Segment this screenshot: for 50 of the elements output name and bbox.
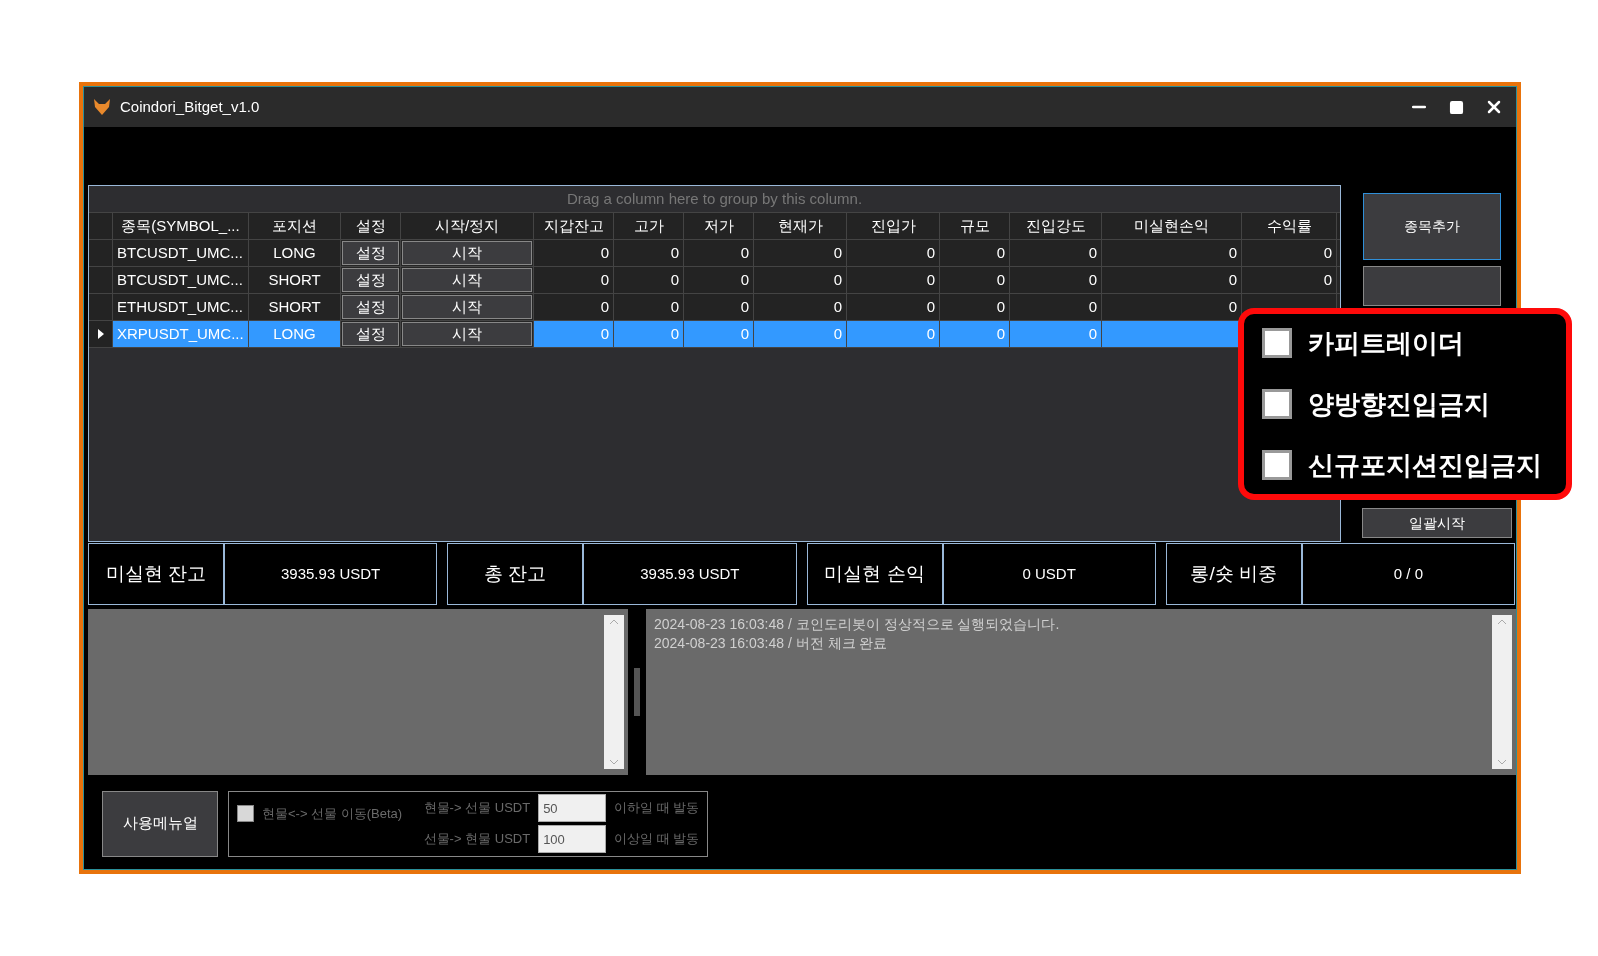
- table-cell-text: 0: [926, 323, 935, 344]
- table-cell-text: 0: [1228, 269, 1237, 290]
- summary-label: 미실현 손익: [806, 543, 943, 605]
- threshold-label: 선물-> 현물 USDT: [422, 830, 531, 849]
- table-cell-text: 0: [670, 269, 679, 290]
- table-cell-text: 0: [996, 323, 1005, 344]
- table-cell-text: 0: [740, 242, 749, 263]
- table-cell-text: 0: [926, 242, 935, 263]
- window-title: Coindori_Bitget_v1.0: [120, 96, 260, 117]
- table-cell-text: 0: [1323, 242, 1332, 263]
- table-cell-text: 0: [600, 269, 609, 290]
- table-cell-text: 0: [670, 323, 679, 344]
- table-cell-text: 0: [833, 323, 842, 344]
- table-cell-text: 0: [833, 269, 842, 290]
- table-cell-text: 0: [1088, 323, 1097, 344]
- table-cell-text: 0: [1323, 269, 1332, 290]
- table-cell-text: 0: [1228, 242, 1237, 263]
- threshold-suffix: 이상일 때 발동: [614, 830, 700, 849]
- summary-label: 롱/숏 비중: [1165, 543, 1302, 605]
- log-line: 2024-08-23 16:03:48 / 코인도리봇이 정상적으로 실행되었습니다.: [654, 615, 1061, 634]
- table-cell-text: 0: [833, 296, 842, 317]
- table-cell-text: 0: [996, 296, 1005, 317]
- table-cell-text: 0: [833, 242, 842, 263]
- table-cell-text: 0: [740, 269, 749, 290]
- summary-label: 미실현 잔고: [88, 543, 224, 605]
- threshold-suffix: 이하일 때 발동: [614, 799, 700, 818]
- summary-value: 3935.93 USDT: [224, 543, 438, 605]
- summary-label: 총 잔고: [447, 543, 584, 605]
- group-panel-hint: Drag a column here to group by this column.: [566, 188, 863, 209]
- table-cell-text: 0: [600, 323, 609, 344]
- table-cell-text: 0: [1088, 296, 1097, 317]
- summary-value: 0 / 0: [1301, 543, 1515, 605]
- table-cell-text: 0: [1228, 296, 1237, 317]
- table-cell-text: 0: [1088, 269, 1097, 290]
- summary-value: 3935.93 USDT: [583, 543, 797, 605]
- table-cell-text: 0: [996, 242, 1005, 263]
- table-cell-text: 0: [670, 296, 679, 317]
- table-cell-text: 0: [670, 242, 679, 263]
- transfer-label: 현물<-> 선물 이동(Beta): [262, 804, 403, 823]
- table-cell-text: 0: [996, 269, 1005, 290]
- log-line: 2024-08-23 16:03:48 / 버전 체크 완료: [654, 634, 889, 653]
- table-cell-text: 0: [1088, 242, 1097, 263]
- table-cell-text: 0: [926, 269, 935, 290]
- table-cell-text: 0: [600, 296, 609, 317]
- table-cell-text: 0: [740, 323, 749, 344]
- table-cell-text: 0: [926, 296, 935, 317]
- table-cell-text: 0: [740, 296, 749, 317]
- threshold-label: 현물-> 선물 USDT: [422, 799, 531, 818]
- summary-value: 0 USDT: [942, 543, 1156, 605]
- table-cell-text: 0: [600, 242, 609, 263]
